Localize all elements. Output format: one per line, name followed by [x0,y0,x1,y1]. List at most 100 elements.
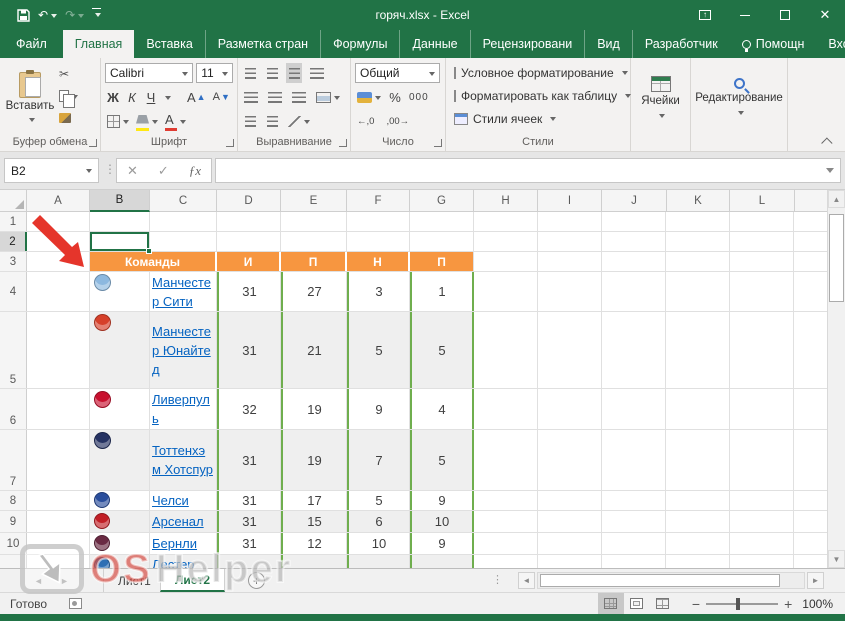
cell[interactable] [90,491,150,510]
cell[interactable] [217,555,281,568]
row-header-4[interactable]: 4 [0,272,27,311]
sheet-nav-left-icon[interactable]: ◄ [34,569,43,592]
number-dialog-launcher[interactable] [434,139,442,147]
team-link[interactable]: Арсенал [152,512,204,531]
tell-me-button[interactable]: Помощн [730,30,817,58]
column-header-e[interactable]: E [281,190,347,212]
cell[interactable]: 7 [347,430,410,490]
close-button[interactable]: ✕ [805,0,845,30]
tab-insert[interactable]: Вставка [134,30,204,58]
column-header-j[interactable]: J [602,190,667,212]
percent-style-button[interactable]: % [387,87,403,107]
normal-view-button[interactable] [598,593,624,614]
cell[interactable] [90,555,150,568]
increase-indent-button[interactable] [264,111,280,131]
cell[interactable] [27,312,90,388]
name-box[interactable]: B2 [4,158,99,183]
cell[interactable]: 32 [217,389,281,429]
increase-font-button[interactable]: А▲ [185,87,208,107]
cell[interactable]: 9 [410,533,474,554]
horizontal-scrollbar[interactable] [537,572,805,589]
column-header-g[interactable]: G [410,190,474,212]
accounting-format-button[interactable] [355,87,383,107]
team-link[interactable]: Манчестер Сити [152,273,214,311]
cell[interactable]: 10 [410,511,474,532]
tab-developer[interactable]: Разработчик [632,30,730,58]
fill-color-button[interactable] [134,111,160,131]
team-link[interactable]: Ливерпуль [152,390,214,428]
cell[interactable]: 5 [347,491,410,510]
cell[interactable] [27,491,90,510]
redo-dropdown[interactable] [78,14,84,21]
zoom-level[interactable]: 100% [802,597,833,611]
cell[interactable] [410,555,474,568]
undo-button[interactable]: ↶ [35,4,60,26]
row-header-2[interactable]: 2 [0,232,27,251]
cell[interactable]: Манчестер Сити [150,272,217,311]
cell[interactable]: Бернли [150,533,217,554]
cell[interactable] [281,555,347,568]
cell[interactable] [347,232,410,251]
cell[interactable]: 4 [410,389,474,429]
cells-button[interactable]: Ячейки [635,61,686,135]
row-header-6[interactable]: 6 [0,389,27,429]
cell[interactable] [150,212,217,231]
cell[interactable]: 5 [347,312,410,388]
zoom-out-button[interactable]: − [692,596,700,612]
cell[interactable]: 31 [217,312,281,388]
scroll-down-arrow[interactable]: ▼ [828,550,845,568]
select-all-corner[interactable] [0,190,27,212]
tab-splitter[interactable]: ⋮ [492,573,503,586]
cell[interactable] [27,511,90,532]
column-header-k[interactable]: K [667,190,730,212]
underline-button[interactable]: Ч [143,87,159,107]
cell[interactable] [217,212,281,231]
align-right-button[interactable] [290,87,308,107]
formula-bar-splitter[interactable]: ⋮ [104,162,116,176]
horizontal-scroll-thumb[interactable] [540,574,780,587]
tab-file[interactable]: Файл [0,30,63,58]
underline-dropdown[interactable] [165,96,171,103]
cell[interactable] [150,232,217,251]
cell[interactable] [90,430,150,490]
borders-button[interactable] [105,111,131,131]
font-size-select[interactable]: 11 [196,63,233,83]
team-link[interactable]: Челси [152,491,189,510]
cell[interactable]: 21 [281,312,347,388]
number-format-select[interactable]: Общий [355,63,440,83]
cell[interactable]: 31 [217,272,281,311]
hscroll-left-arrow[interactable]: ◄ [518,572,535,589]
tab-review[interactable]: Рецензировани [470,30,585,58]
column-header-h[interactable]: H [474,190,538,212]
cell[interactable]: Лестер [150,555,217,568]
row-header-11[interactable] [0,555,27,568]
cell[interactable]: 17 [281,491,347,510]
tab-data[interactable]: Данные [399,30,469,58]
cell[interactable]: 5 [410,312,474,388]
increase-decimal-button[interactable]: ←,0 [355,111,376,131]
cell[interactable]: 9 [347,389,410,429]
merge-center-button[interactable] [314,87,342,107]
font-family-select[interactable]: Calibri [105,63,193,83]
cell[interactable] [27,389,90,429]
clipboard-dialog-launcher[interactable] [89,139,97,147]
cell[interactable] [90,533,150,554]
bold-button[interactable]: Ж [105,87,121,107]
cell[interactable]: 31 [217,533,281,554]
cell[interactable]: 19 [281,430,347,490]
cell[interactable]: 19 [281,389,347,429]
enter-button[interactable]: ✓ [158,163,169,179]
cancel-button[interactable]: ✕ [127,163,138,179]
page-break-view-button[interactable] [650,593,676,614]
cell[interactable] [90,272,150,311]
row-header-9[interactable]: 9 [0,511,27,532]
new-sheet-button[interactable]: + [248,572,265,589]
cell[interactable] [410,212,474,231]
save-button[interactable] [14,4,33,26]
format-as-table-button[interactable]: Форматировать как таблицу [454,84,626,107]
row-header-10[interactable]: 10 [0,533,27,554]
decrease-font-button[interactable]: А▼ [211,87,232,107]
sheet-tab-1[interactable]: Лист1 [103,569,166,592]
zoom-slider-thumb[interactable] [736,598,740,610]
cell[interactable]: 27 [281,272,347,311]
